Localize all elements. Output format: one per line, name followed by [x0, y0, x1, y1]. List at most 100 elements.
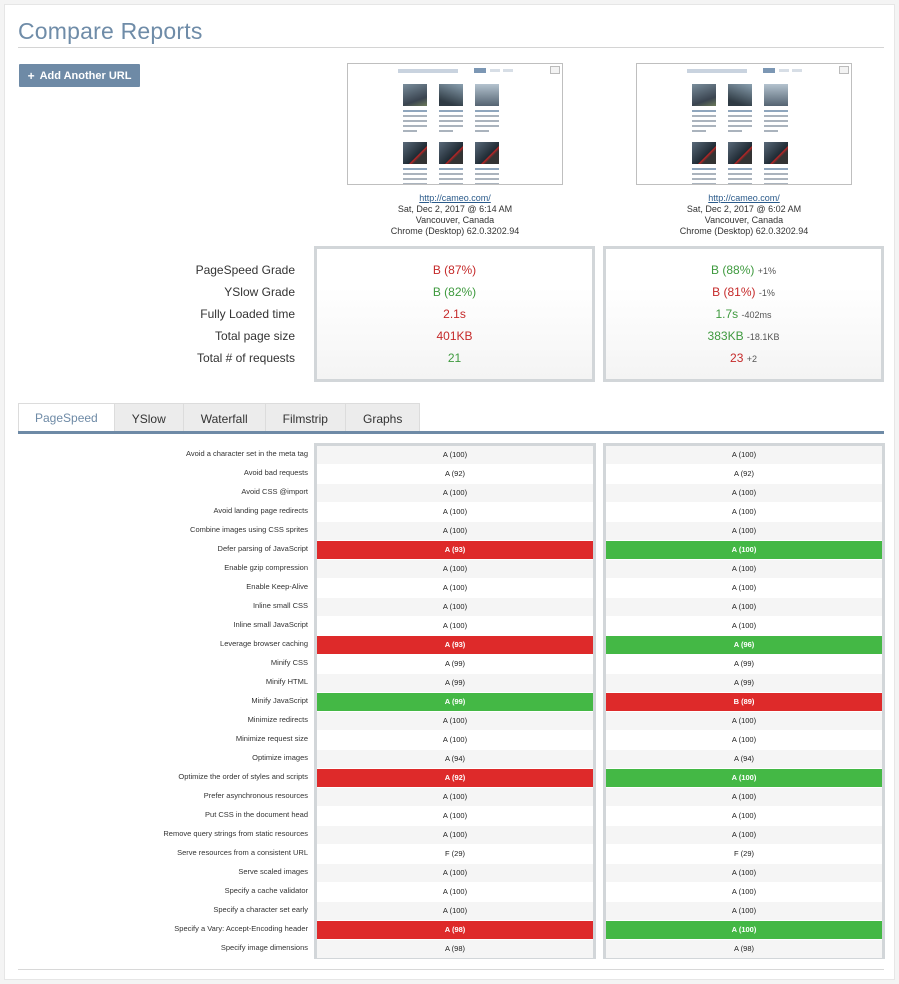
rule-score-right: F (29): [733, 849, 754, 858]
rule-score-left: A (100): [442, 621, 468, 630]
rule-name: Inline small CSS: [252, 601, 308, 610]
rule-name: Inline small JavaScript: [233, 620, 308, 629]
rule-name: Remove query strings from static resourc…: [163, 829, 308, 838]
rule-score-left: A (100): [442, 811, 468, 820]
summary-label-pagespeed: PageSpeed Grade: [195, 263, 295, 277]
summary-label-requests: Total # of requests: [196, 351, 295, 365]
summary-label-yslow: YSlow Grade: [224, 285, 295, 299]
rule-name: Minimize redirects: [247, 715, 308, 724]
rule-score-right: A (100): [606, 598, 882, 616]
report-tabs: PageSpeed YSlow Waterfall Filmstrip Grap…: [18, 403, 421, 434]
report-date-2: Sat, Dec 2, 2017 @ 6:02 AM: [686, 204, 802, 214]
summary-loaded-time-value-1: 2.1s: [314, 307, 595, 321]
screenshot-thumbnail-2[interactable]: [636, 63, 852, 185]
summary-value: 401KB: [436, 329, 473, 343]
rule-score-right: A (100): [606, 769, 882, 787]
tab-waterfall[interactable]: Waterfall: [183, 403, 266, 434]
rule-score-left: A (94): [317, 750, 593, 768]
plus-icon: +: [27, 68, 35, 83]
rule-score-left: A (100): [442, 583, 468, 592]
report-browser-2: Chrome (Desktop) 62.0.3202.94: [679, 226, 809, 236]
report-date-1: Sat, Dec 2, 2017 @ 6:14 AM: [397, 204, 513, 214]
tab-pagespeed[interactable]: PageSpeed: [18, 403, 115, 434]
rules-column-2: A (100) A (92) A (100) A (100) A (100) A (100…: [603, 443, 885, 959]
rule-name: Defer parsing of JavaScript: [217, 544, 308, 553]
rule-score-right: A (100): [606, 902, 882, 920]
summary-pagespeed-value-1: B (87%): [314, 263, 595, 277]
rule-score-left: A (100): [317, 598, 593, 616]
summary-yslow-value-2: B (81%) -1%: [603, 285, 884, 299]
rule-name: Prefer asynchronous resources: [203, 791, 308, 800]
add-another-url-button[interactable]: + Add Another URL: [19, 64, 140, 87]
rule-name: Specify image dimensions: [220, 943, 308, 952]
rule-name: Serve resources from a consistent URL: [177, 848, 308, 857]
report-url-link-2[interactable]: http://cameo.com/: [708, 193, 780, 203]
rule-name: Enable Keep-Alive: [246, 582, 308, 591]
rule-score-left: A (100): [317, 484, 593, 502]
rule-score-left: A (99): [317, 693, 593, 711]
rule-score-left: A (100): [317, 826, 593, 844]
summary-delta: -18.1KB: [746, 332, 780, 342]
rule-score-left: A (92): [444, 469, 465, 478]
rule-score-right: A (100): [606, 921, 882, 939]
rule-name: Avoid landing page redirects: [213, 506, 308, 515]
rule-name: Put CSS in the document head: [205, 810, 308, 819]
rule-score-right: A (100): [731, 735, 757, 744]
tab-filmstrip[interactable]: Filmstrip: [265, 403, 346, 434]
rule-score-right: A (100): [606, 541, 882, 559]
summary-requests-value-1: 21: [314, 351, 595, 365]
rule-score-left: A (100): [317, 560, 593, 578]
summary-loaded-time-value-2: 1.7s -402ms: [603, 307, 884, 321]
rule-name: Avoid CSS @import: [241, 487, 308, 496]
summary-value: B (82%): [432, 285, 477, 299]
summary-delta: -1%: [758, 288, 775, 298]
rule-score-left: A (98): [317, 940, 593, 958]
summary-value: B (81%): [712, 285, 756, 299]
rule-name: Specify a cache validator: [224, 886, 308, 895]
bottom-divider: [18, 969, 884, 970]
rule-score-left: A (100): [317, 446, 593, 464]
summary-pagespeed-value-2: B (88%) +1%: [603, 263, 884, 277]
report-url-link-1[interactable]: http://cameo.com/: [419, 193, 491, 203]
rule-score-right: A (100): [606, 826, 882, 844]
rule-score-left: A (93): [317, 636, 593, 654]
rule-name: Avoid a character set in the meta tag: [185, 449, 308, 458]
rule-name: Leverage browser caching: [220, 639, 308, 648]
rule-score-left: A (92): [317, 769, 593, 787]
rule-score-right: A (99): [733, 659, 754, 668]
rule-score-right: A (98): [606, 940, 882, 958]
summary-page-size-value-2: 383KB -18.1KB: [603, 329, 884, 343]
rule-score-right: A (100): [731, 811, 757, 820]
tab-graphs[interactable]: Graphs: [345, 403, 421, 434]
tabs-divider: [18, 431, 884, 434]
rule-name: Specify a Vary: Accept-Encoding header: [174, 924, 308, 933]
rule-score-right: A (99): [606, 674, 882, 692]
rule-name: Serve scaled images: [238, 867, 308, 876]
page-title: Compare Reports: [18, 18, 203, 44]
summary-value: 21: [447, 351, 462, 365]
rule-score-left: A (99): [317, 674, 593, 692]
rule-name: Combine images using CSS sprites: [190, 525, 308, 534]
screenshot-thumbnail-1[interactable]: [347, 63, 563, 185]
summary-label-page-size: Total page size: [214, 329, 295, 343]
rule-score-right: A (100): [606, 788, 882, 806]
rule-name: Minify HTML: [265, 677, 308, 686]
rule-score-left: A (99): [444, 659, 465, 668]
rule-score-right: A (96): [606, 636, 882, 654]
add-another-url-label: Add Another URL: [39, 69, 132, 82]
rule-score-left: A (100): [442, 735, 468, 744]
rule-score-left: F (29): [444, 849, 465, 858]
rule-score-right: A (100): [731, 507, 757, 516]
summary-value: 1.7s: [715, 307, 739, 321]
rule-name: Minimize request size: [235, 734, 308, 743]
summary-requests-value-2: 23 +2: [603, 351, 884, 365]
tab-yslow[interactable]: YSlow: [114, 403, 184, 434]
rule-name: Minify JavaScript: [251, 696, 308, 705]
rule-score-left: A (100): [442, 507, 468, 516]
rule-name: Optimize the order of styles and scripts: [178, 772, 308, 781]
rule-score-left: A (98): [317, 921, 593, 939]
rule-score-right: A (100): [606, 446, 882, 464]
rule-name: Optimize images: [252, 753, 308, 762]
rule-score-right: A (100): [606, 560, 882, 578]
rule-name: Avoid bad requests: [243, 468, 308, 477]
